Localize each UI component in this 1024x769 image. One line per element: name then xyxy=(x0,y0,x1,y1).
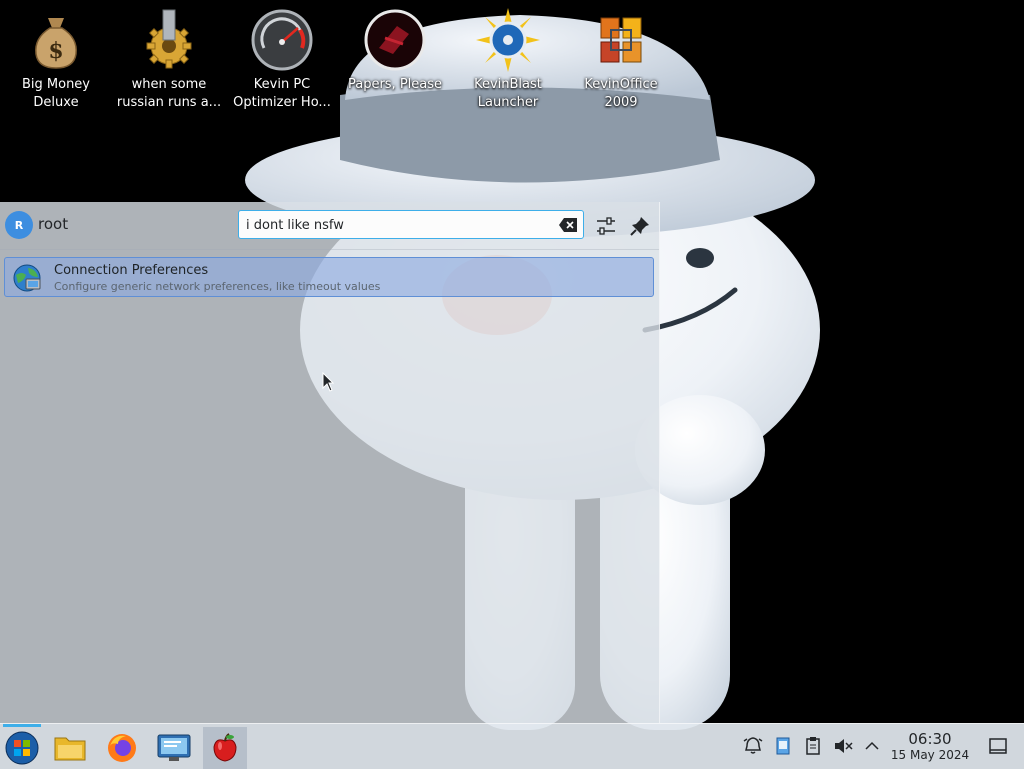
clock-date: 15 May 2024 xyxy=(890,748,970,762)
desktop-icon-label: Kevin PC Optimizer Ho... xyxy=(233,77,331,110)
monitor-icon xyxy=(157,734,191,761)
gear-icon xyxy=(146,9,192,69)
money-bag-icon: $ xyxy=(35,18,77,69)
launcher-header: R root xyxy=(0,202,659,250)
application-launcher: R root Connection Pr xyxy=(0,202,660,723)
start-menu-button[interactable] xyxy=(0,727,44,769)
desktop-icon-label: Big Money Deluxe xyxy=(21,77,90,110)
taskbar-firefox[interactable] xyxy=(100,727,144,769)
svg-text:$: $ xyxy=(48,38,63,64)
network-globe-icon xyxy=(13,264,41,292)
taskbar-file-manager[interactable] xyxy=(48,727,92,769)
desktop-icon-kevin-pc-optimizer[interactable]: Kevin PC Optimizer Ho... xyxy=(226,8,338,118)
show-desktop-icon[interactable] xyxy=(988,736,1008,756)
taskbar-system-monitor[interactable] xyxy=(152,727,196,769)
clear-search-icon[interactable] xyxy=(559,218,577,232)
desktop-icon-kevinoffice-2009[interactable]: KevinOffice 2009 xyxy=(565,8,677,118)
taskbar-red-apple-app[interactable] xyxy=(203,727,247,769)
desktop-icon-label: KevinBlast Launcher xyxy=(474,77,542,110)
desktop-icon-kevinblast-launcher[interactable]: KevinBlast Launcher xyxy=(452,8,564,118)
clipboard-icon[interactable] xyxy=(803,736,823,756)
result-description: Configure generic network preferences, l… xyxy=(54,280,381,293)
clock-time: 06:30 xyxy=(908,730,952,748)
volume-muted-icon[interactable] xyxy=(833,736,853,756)
desktop-icon-when-some-russian[interactable]: when some russian runs a... xyxy=(113,8,225,118)
search-input[interactable] xyxy=(244,214,558,237)
office-icon xyxy=(600,17,642,63)
sunburst-disc-icon xyxy=(476,8,540,72)
digital-clock[interactable]: 06:30 15 May 2024 xyxy=(884,731,976,763)
firefox-icon xyxy=(108,734,136,762)
avatar[interactable]: R xyxy=(5,211,33,239)
papers-please-icon xyxy=(364,9,426,71)
search-field[interactable] xyxy=(238,210,584,239)
red-apple-icon xyxy=(213,733,237,762)
result-title: Connection Preferences xyxy=(54,263,209,278)
desktop-icon-papers-please[interactable]: Papers, Please xyxy=(339,8,451,118)
desktop-icon-label: when some russian runs a... xyxy=(116,77,222,110)
configure-icon[interactable] xyxy=(595,215,617,237)
pin-icon[interactable] xyxy=(629,215,651,237)
clipboard-app-icon[interactable] xyxy=(773,736,793,756)
folder-icon xyxy=(54,737,86,761)
desktop-icon-big-money-deluxe[interactable]: $ Big Money Deluxe xyxy=(0,8,112,118)
desktop-icon-label: Papers, Please xyxy=(347,77,443,92)
start-orb-icon xyxy=(5,731,39,765)
chevron-up-icon[interactable] xyxy=(862,736,882,756)
search-result-connection-preferences[interactable]: Connection Preferences Configure generic… xyxy=(4,257,654,297)
speedometer-icon xyxy=(251,9,313,71)
notifications-bell-icon[interactable] xyxy=(743,736,763,756)
mouse-cursor-icon xyxy=(322,372,334,392)
desktop-icon-label: KevinOffice 2009 xyxy=(584,77,658,110)
username: root xyxy=(38,215,69,233)
taskbar: 06:30 15 May 2024 xyxy=(0,723,1024,769)
